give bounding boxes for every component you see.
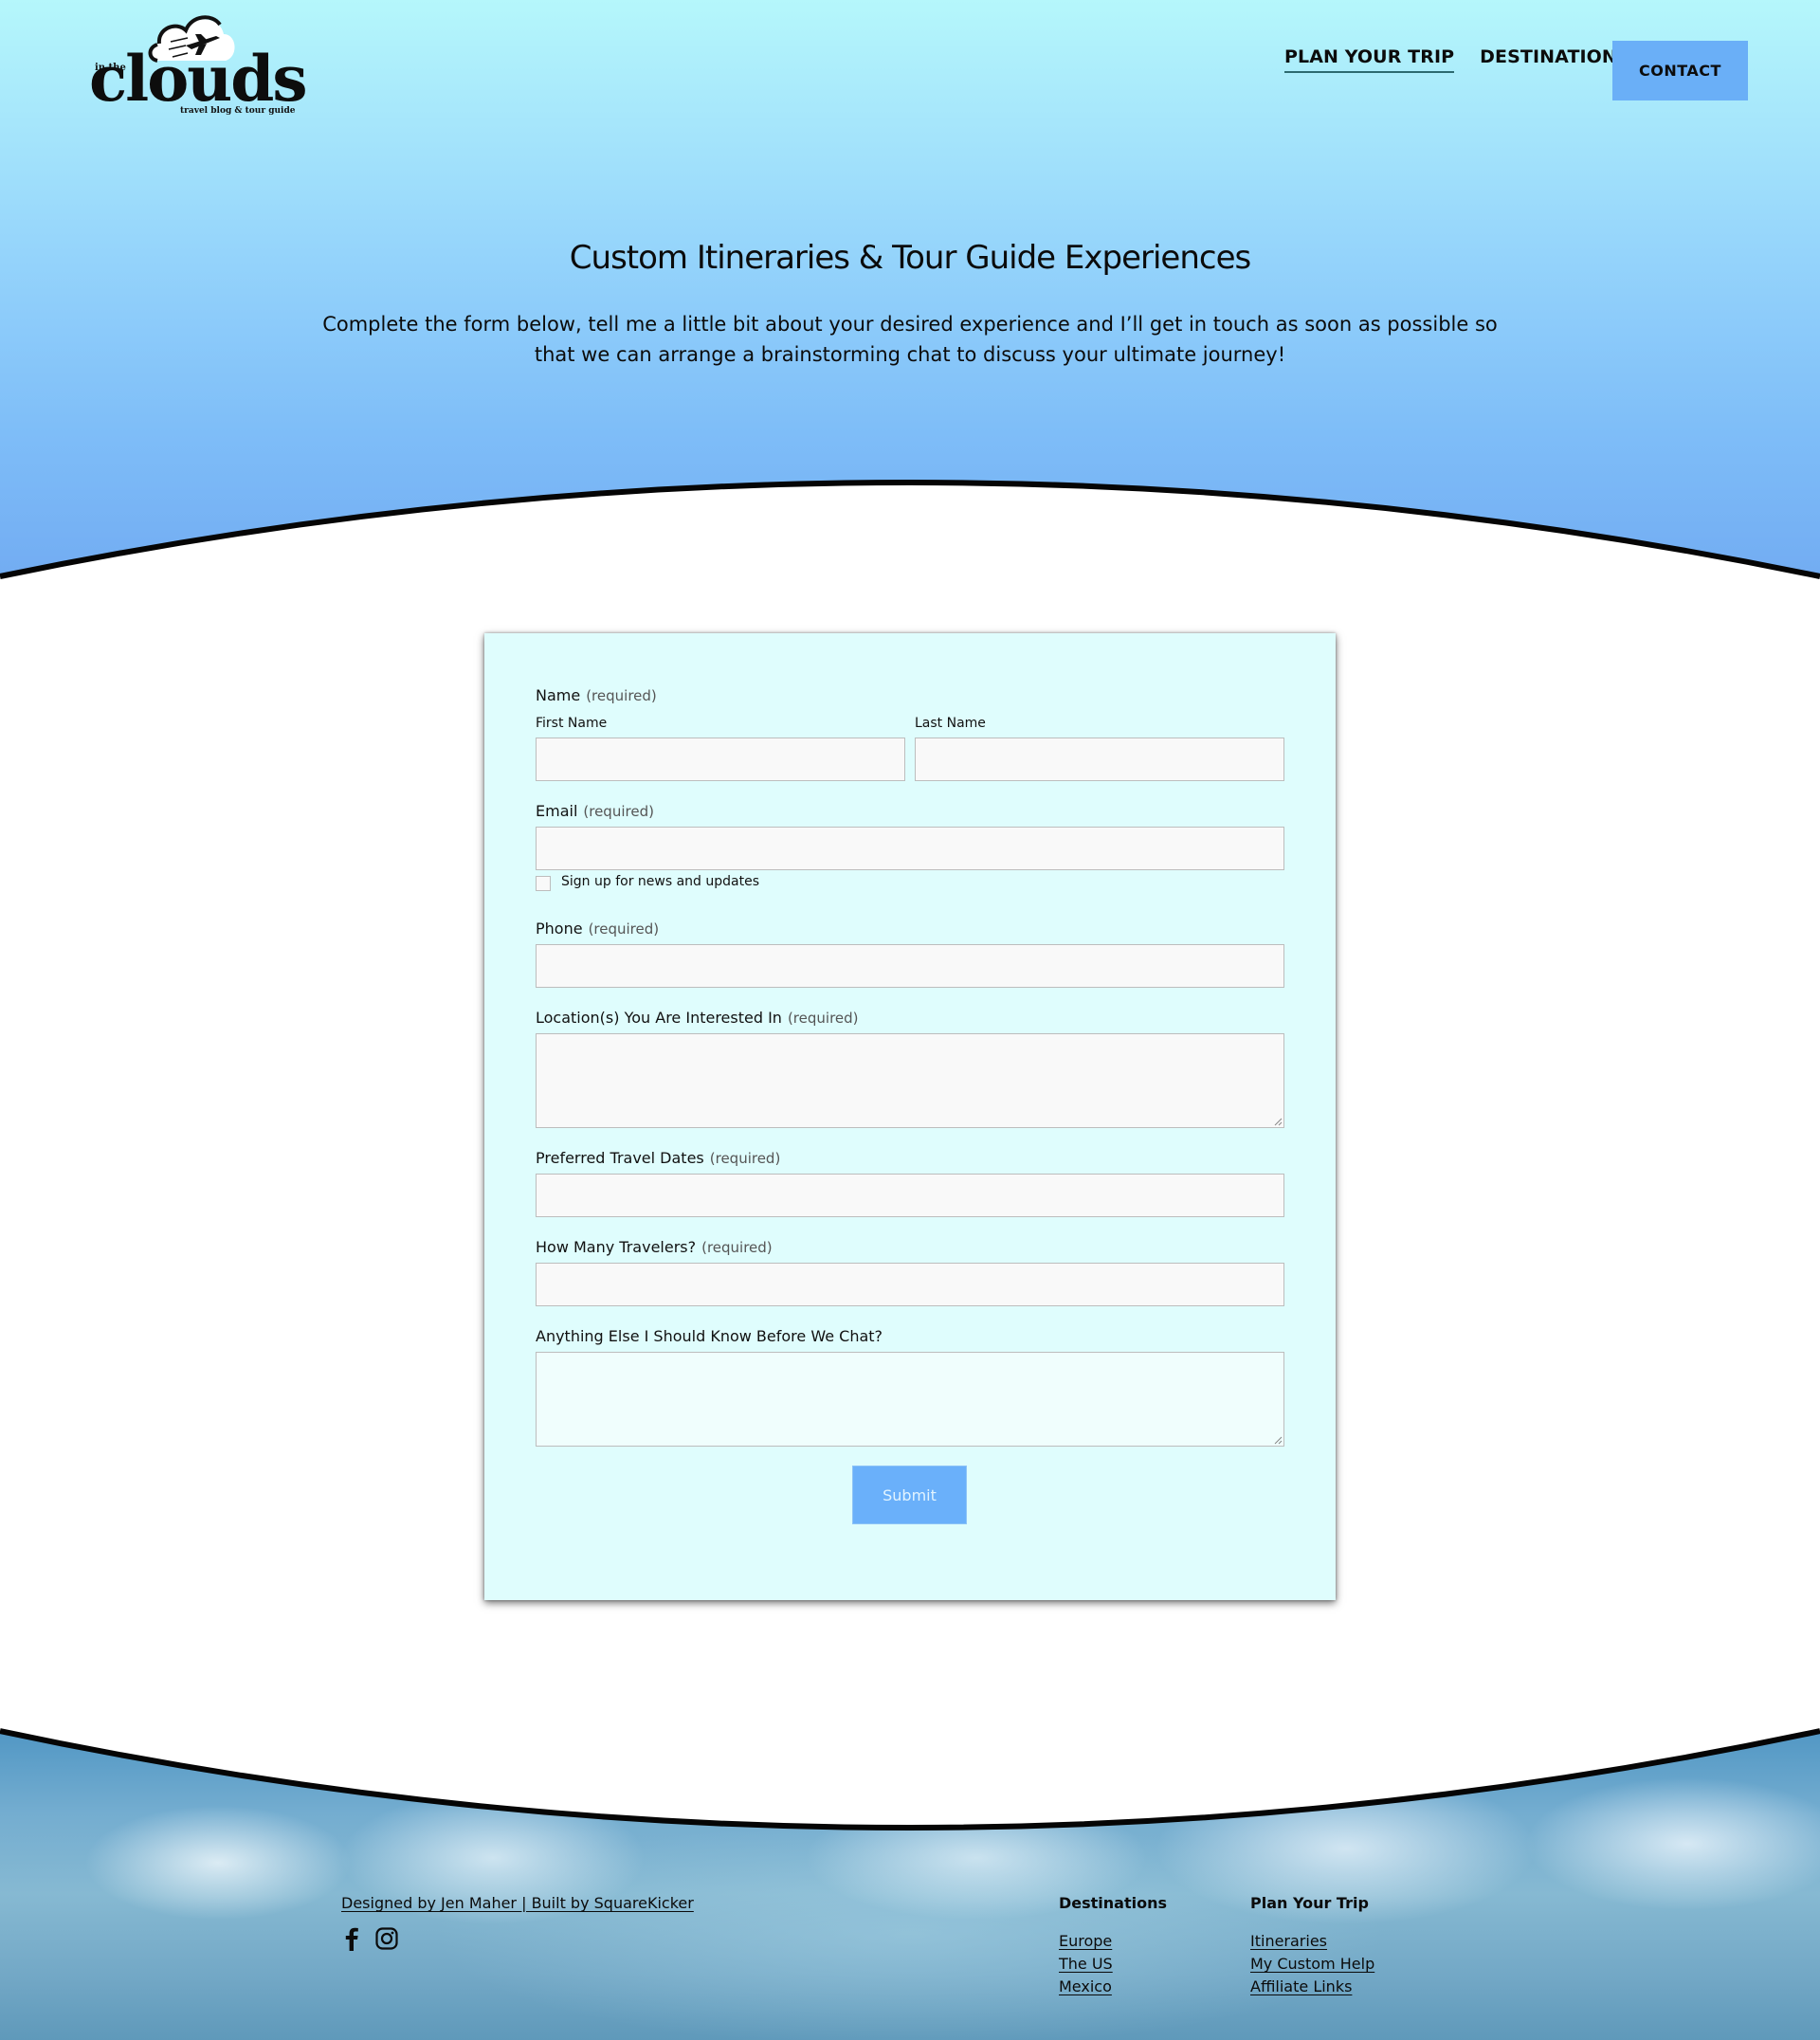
phone-label: Phone (required) (536, 920, 659, 938)
email-label-text: Email (536, 802, 578, 820)
travelers-input[interactable] (536, 1263, 1284, 1306)
required-indicator: (required) (583, 803, 654, 820)
footer-heading: Plan Your Trip (1250, 1894, 1369, 1912)
hero-curve-divider (0, 480, 1820, 597)
nav-destinations[interactable]: DESTINATIONS (1480, 48, 1630, 66)
footer-curve-divider (0, 1716, 1820, 1831)
footer-link-europe[interactable]: Europe (1059, 1930, 1167, 1953)
facebook-icon[interactable] (343, 1926, 360, 1951)
locations-label-text: Location(s) You Are Interested In (536, 1009, 782, 1027)
footer-link-the-us[interactable]: The US (1059, 1953, 1167, 1976)
email-label: Email (required) (536, 802, 654, 820)
required-indicator: (required) (586, 687, 657, 704)
required-indicator: (required) (709, 1150, 781, 1167)
itinerary-form: Name (required) First Name Last Name Emai… (484, 633, 1336, 1600)
page-title: Custom Itineraries & Tour Guide Experien… (569, 239, 1251, 277)
footer-heading: Destinations (1059, 1894, 1168, 1912)
main-nav: PLAN YOUR TRIP DESTINATIONS (1284, 42, 1630, 73)
logo-tagline: travel blog & tour guide (180, 106, 296, 116)
first-name-label: First Name (536, 716, 608, 731)
email-input[interactable] (536, 827, 1284, 870)
locations-label: Location(s) You Are Interested In (requir… (536, 1009, 859, 1027)
footer-link-itineraries[interactable]: Itineraries (1250, 1930, 1374, 1953)
locations-textarea[interactable] (536, 1033, 1284, 1128)
phone-label-text: Phone (536, 920, 583, 938)
hero-description: Complete the form below, tell me a littl… (322, 313, 1498, 366)
notes-textarea[interactable] (536, 1352, 1284, 1447)
last-name-input[interactable] (915, 738, 1284, 781)
footer-credit-link[interactable]: Designed by Jen Maher | Built by SquareK… (341, 1894, 694, 1912)
site-logo[interactable]: in the clouds travel blog & tour guide (89, 11, 308, 121)
instagram-icon[interactable] (375, 1927, 398, 1950)
footer-column-destinations: Destinations Europe The US Mexico (1059, 1894, 1167, 1998)
notes-label: Anything Else I Should Know Before We Ch… (536, 1327, 883, 1345)
newsletter-label[interactable]: Sign up for news and updates (561, 874, 759, 889)
phone-input[interactable] (536, 944, 1284, 988)
submit-button[interactable]: Submit (852, 1466, 967, 1524)
footer-link-mexico[interactable]: Mexico (1059, 1976, 1167, 1998)
newsletter-checkbox[interactable] (536, 876, 551, 891)
nav-plan-your-trip[interactable]: PLAN YOUR TRIP (1284, 48, 1455, 73)
first-name-input[interactable] (536, 738, 905, 781)
footer-link-affiliate-links[interactable]: Affiliate Links (1250, 1976, 1374, 1998)
social-links (343, 1926, 398, 1951)
footer-link-my-custom-help[interactable]: My Custom Help (1250, 1953, 1374, 1976)
contact-button[interactable]: CONTACT (1612, 41, 1748, 100)
required-indicator: (required) (701, 1239, 773, 1256)
footer-column-plan-your-trip: Plan Your Trip Itineraries My Custom Hel… (1250, 1894, 1374, 1998)
required-indicator: (required) (787, 1010, 859, 1027)
required-indicator: (required) (588, 920, 660, 938)
resize-handle-icon[interactable] (1273, 1435, 1283, 1445)
name-label: Name (required) (536, 686, 657, 704)
resize-handle-icon[interactable] (1273, 1117, 1283, 1126)
last-name-label: Last Name (915, 716, 986, 731)
name-label-text: Name (536, 686, 581, 704)
travelers-label-text: How Many Travelers? (536, 1238, 697, 1256)
logo-wordmark: clouds (89, 42, 308, 116)
travel-dates-input[interactable] (536, 1174, 1284, 1217)
travelers-label: How Many Travelers? (required) (536, 1238, 773, 1256)
dates-label-text: Preferred Travel Dates (536, 1149, 704, 1167)
dates-label: Preferred Travel Dates (required) (536, 1149, 780, 1167)
